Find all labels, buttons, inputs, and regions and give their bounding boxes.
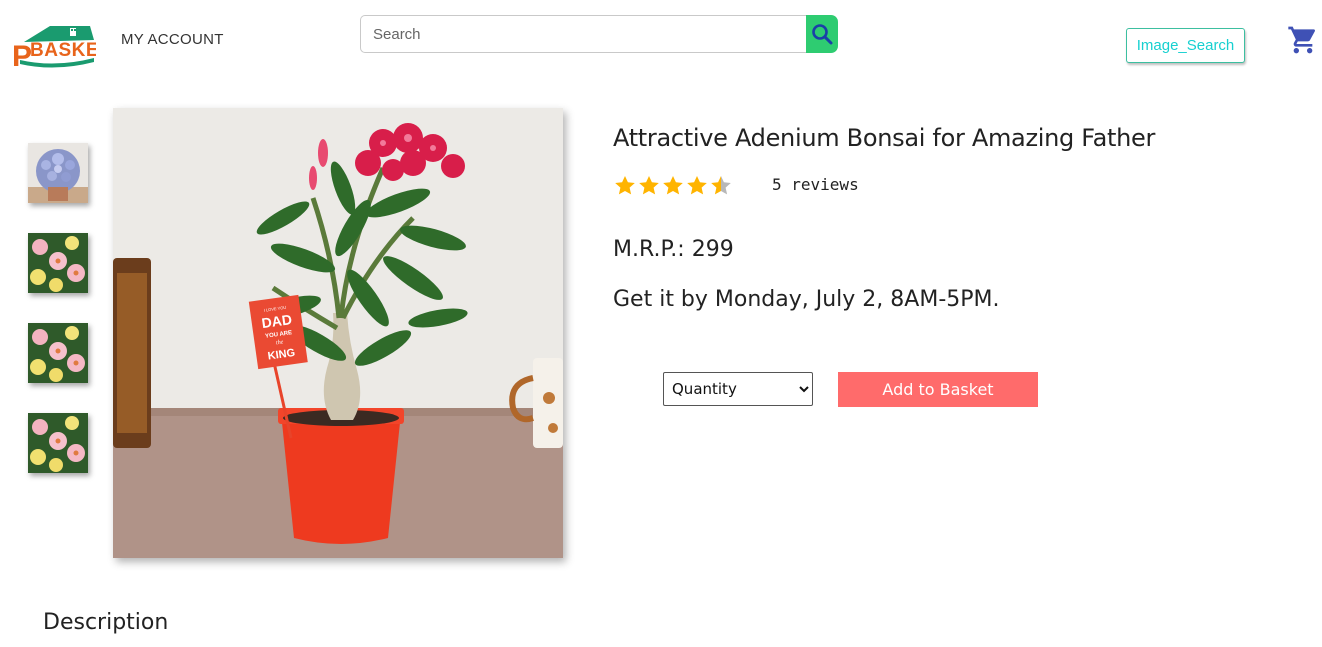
delivery-estimate: Get it by Monday, July 2, 8AM-5PM. [613,287,1000,312]
thumbnail-4[interactable] [28,413,88,473]
thumbnail-image [28,143,88,203]
thumbnail-1[interactable] [28,143,88,203]
thumbnail-image [28,413,88,473]
description-heading: Description [43,610,169,635]
thumbnail-image [28,233,88,293]
cart-button[interactable] [1287,24,1319,56]
product-price: M.R.P.: 299 [613,237,734,262]
logo-text: BASKET [30,40,96,61]
add-to-basket-button[interactable]: Add to Basket [838,372,1038,407]
my-account-link[interactable]: MY ACCOUNT [121,31,224,48]
logo-graphic: P BASKET [12,26,111,73]
search-icon [812,24,833,45]
product-title: Attractive Adenium Bonsai for Amazing Fa… [613,124,1156,152]
search-button[interactable] [806,15,838,53]
star-icon [639,176,659,195]
star-icon [615,176,635,195]
product-photo: I LOVE YOU DAD YOU ARE the KING [113,108,563,558]
image-search-button[interactable]: Image_Search [1126,28,1245,63]
logo-letter: P [12,40,32,70]
star-icons [615,176,731,195]
half-star-icon [711,176,731,195]
quantity-select[interactable]: Quantity [663,372,813,406]
star-icon [663,176,683,195]
star-rating [613,174,733,198]
search-bar [360,15,838,53]
thumbnail-2[interactable] [28,233,88,293]
cart-icon [1288,26,1316,54]
star-icon [687,176,707,195]
search-input[interactable] [360,15,807,53]
site-logo[interactable]: P BASKET [10,20,111,73]
svg-text:the: the [276,339,284,346]
gift-sign: I LOVE YOU DAD YOU ARE the KING [248,294,308,370]
thumbnail-3[interactable] [28,323,88,383]
main-product-image[interactable]: I LOVE YOU DAD YOU ARE the KING [113,108,563,558]
thumbnail-image [28,323,88,383]
review-count[interactable]: 5 reviews [772,175,859,194]
